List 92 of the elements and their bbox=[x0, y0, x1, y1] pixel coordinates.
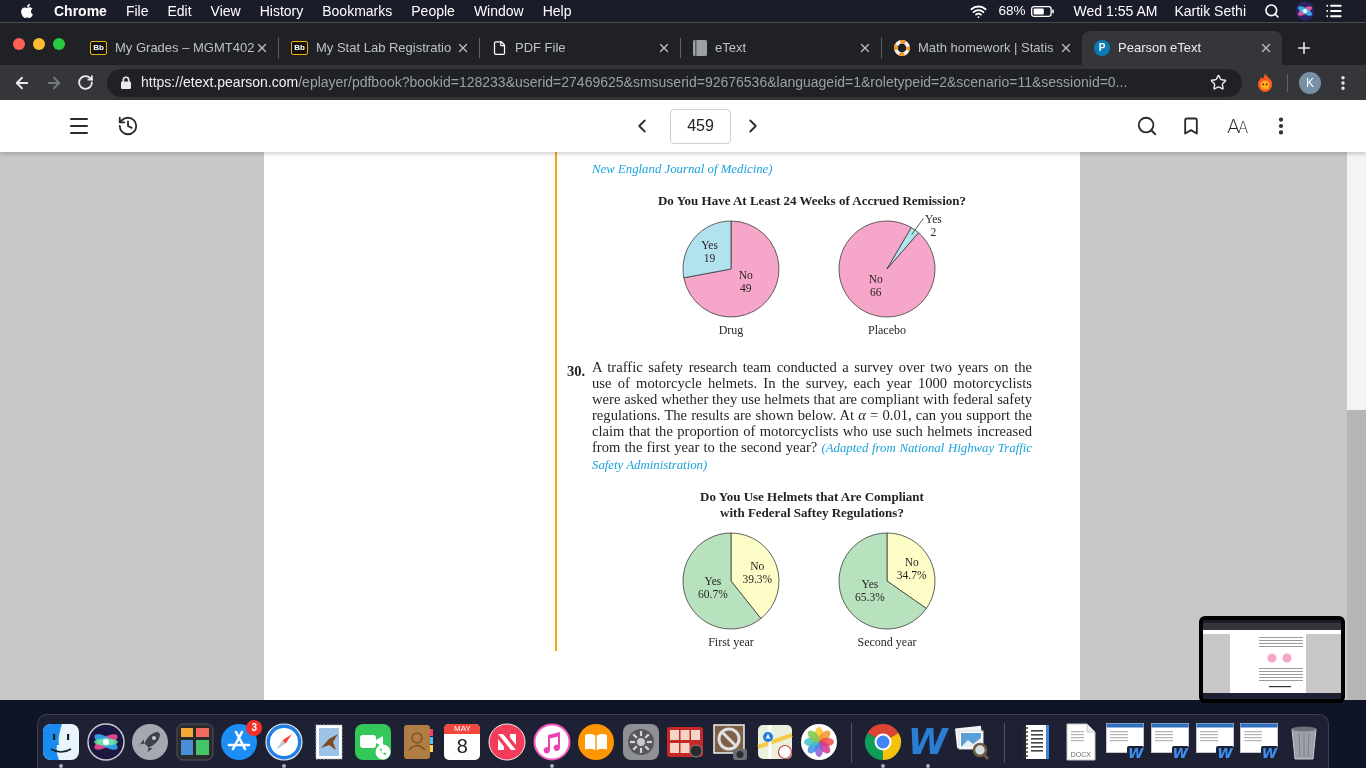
leader-line bbox=[911, 217, 924, 236]
close-icon[interactable] bbox=[858, 41, 872, 55]
apple-logo-icon[interactable] bbox=[20, 3, 34, 19]
document-button[interactable]: W bbox=[1151, 723, 1190, 761]
slice-label: Yes 60.7% bbox=[698, 575, 728, 601]
reload-icon[interactable] bbox=[77, 74, 94, 91]
calendar-month: MAY bbox=[444, 724, 481, 734]
browser-tab[interactable]: Math homework | Statis bbox=[882, 31, 1082, 65]
tricolor-wheel-icon[interactable] bbox=[864, 723, 903, 761]
chart-caption: First year bbox=[708, 635, 754, 649]
close-icon[interactable] bbox=[1059, 41, 1073, 55]
window-panes-icon[interactable] bbox=[175, 723, 214, 761]
compass-icon[interactable] bbox=[264, 723, 303, 761]
flower-petals-icon[interactable] bbox=[800, 723, 839, 761]
star-icon[interactable] bbox=[1210, 74, 1227, 91]
chart-caption: Placebo bbox=[868, 323, 906, 337]
menu-item[interactable]: Help bbox=[542, 4, 572, 18]
photo-magnifier-icon[interactable] bbox=[953, 723, 992, 761]
chart-caption: Drug bbox=[718, 323, 744, 337]
lock-icon bbox=[121, 76, 131, 89]
document-button[interactable]: W bbox=[1195, 723, 1234, 761]
address-bar[interactable]: https://etext.pearson.com/eplayer/pdfbook?bookid=128233&userid=27469625&smsuserid=92676536&languageid=1&roletypeid=2&scenario=11&sessionid=0... bbox=[107, 68, 1242, 97]
search-icon[interactable] bbox=[1136, 115, 1158, 137]
menu-item[interactable]: Edit bbox=[167, 4, 192, 18]
plus-icon[interactable] bbox=[1295, 39, 1313, 57]
history-icon[interactable] bbox=[117, 115, 139, 137]
chart-caption: Second year bbox=[857, 635, 917, 649]
slice-label: No 34.7% bbox=[896, 556, 927, 582]
list-icon[interactable] bbox=[1324, 2, 1344, 20]
site-favicon: Bb bbox=[90, 41, 107, 55]
diagonal-bars-icon[interactable] bbox=[487, 723, 526, 761]
menu-item[interactable]: Bookmarks bbox=[322, 4, 393, 18]
exercise-text: A traffic safety research team conducted a survey over two years on the use of motorcycle helmets. In the survey, each year 1000 motorcyclists were asked whether they use helmets that are compliant with federal safety regulations. The results are shown below. At α = 0.01, can you support the claim that the proportion of motorcyclists who use such helmets increased from the first year to the second year? (Adapted from National Highway Traffic Safety Administration) bbox=[592, 359, 1032, 473]
menu-item[interactable]: History bbox=[259, 4, 304, 18]
close-icon[interactable] bbox=[657, 41, 671, 55]
bookmark-icon[interactable] bbox=[1181, 115, 1201, 137]
scrollbar-thumb[interactable] bbox=[1347, 410, 1366, 700]
map-icon[interactable] bbox=[755, 723, 794, 761]
calendar-button[interactable]: MAY 8 bbox=[444, 724, 481, 760]
lifebuoy-icon bbox=[894, 40, 910, 56]
slice-label: Yes 65.3% bbox=[855, 577, 885, 603]
document-button[interactable]: W bbox=[1106, 723, 1145, 761]
open-book-icon[interactable] bbox=[577, 723, 616, 761]
browser-tab[interactable]: eText bbox=[681, 31, 881, 65]
screenshot-thumbnail-drawing[interactable] bbox=[1199, 616, 1345, 703]
music-note-icon[interactable] bbox=[532, 723, 571, 761]
site-favicon: Bb bbox=[291, 41, 308, 55]
menu-bar-clock[interactable]: Wed 1:55 AM bbox=[1073, 4, 1158, 18]
user-name[interactable]: Kartik Sethi bbox=[1174, 4, 1246, 18]
smiling-face-icon[interactable] bbox=[42, 723, 80, 761]
swirl-orb-icon[interactable] bbox=[1295, 1, 1315, 21]
close-icon[interactable] bbox=[1259, 41, 1273, 55]
menu-item[interactable]: Window bbox=[473, 4, 524, 18]
document-button[interactable]: W bbox=[1240, 723, 1279, 761]
notification-badge: 3 bbox=[246, 720, 263, 736]
rocket-icon[interactable] bbox=[131, 723, 170, 761]
document-page-icon bbox=[1065, 723, 1096, 761]
book-icon bbox=[693, 40, 707, 56]
browser-tab[interactable]: P Pearson eText bbox=[1082, 31, 1282, 65]
search-icon[interactable] bbox=[1264, 3, 1280, 19]
slice-label: No 39.3% bbox=[742, 559, 773, 585]
close-icon[interactable] bbox=[456, 41, 470, 55]
browser-tab[interactable]: Bb My Grades – MGMT402 bbox=[78, 31, 278, 65]
video-camera-icon[interactable] bbox=[354, 723, 393, 761]
flame-icon[interactable] bbox=[1256, 73, 1274, 92]
figure-title: Do You Use Helmets that Are Compliant with Federal Saftey Regulations? bbox=[699, 489, 925, 521]
figure-title: Do You Have At Least 24 Weeks of Accrued Remission? bbox=[657, 193, 967, 209]
browser-tab[interactable]: Bb My Stat Lab Registratio bbox=[279, 31, 479, 65]
document-icon bbox=[492, 40, 507, 56]
slice-label: Yes 2 bbox=[925, 213, 942, 239]
app-menu[interactable]: Chrome bbox=[54, 4, 107, 18]
battery-percentage: 68% bbox=[998, 4, 1026, 18]
gear-icon[interactable] bbox=[621, 723, 660, 761]
slice-label: Yes 19 bbox=[701, 239, 718, 265]
page-number-field[interactable]: 459 bbox=[670, 108, 731, 144]
battery-icon[interactable] bbox=[1030, 5, 1054, 17]
slice-label: No 49 bbox=[738, 269, 753, 295]
browser-tab[interactable]: PDF File bbox=[480, 31, 680, 65]
crossed-lines-icon[interactable] bbox=[220, 723, 259, 761]
prohibited-sign-icon[interactable] bbox=[710, 723, 749, 761]
menu-item[interactable]: View bbox=[210, 4, 241, 18]
text-size-button[interactable]: AA bbox=[1227, 116, 1249, 136]
menu-item[interactable]: File bbox=[125, 4, 149, 18]
site-favicon: P bbox=[1094, 40, 1110, 56]
close-icon[interactable] bbox=[255, 41, 269, 55]
app-logo-button[interactable]: W bbox=[908, 723, 947, 761]
slice-label: No 66 bbox=[868, 272, 883, 298]
exercise-number: 30. bbox=[567, 363, 586, 379]
calendar-day: 8 bbox=[456, 734, 468, 758]
swirl-orb-icon[interactable] bbox=[86, 723, 125, 761]
source-citation: New England Journal of Medicine) bbox=[592, 161, 773, 177]
menu-item[interactable]: People bbox=[411, 4, 455, 18]
